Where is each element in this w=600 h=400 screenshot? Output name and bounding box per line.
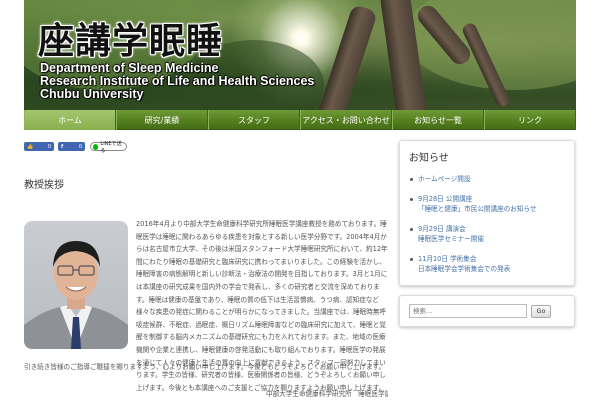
line-share-label: LINEで送る: [100, 140, 122, 154]
page-title: 教授挨拶: [24, 180, 64, 191]
news-widget: お知らせ ホームページ開設 9月28日 公開講座 「睡眠と健康」市民公開講座のお…: [399, 140, 575, 286]
nav-item-home[interactable]: ホーム: [24, 110, 116, 130]
facebook-share-count: 0: [78, 143, 82, 150]
nav-item-research[interactable]: 研究/業績: [116, 110, 208, 130]
tree-trunk: [316, 3, 378, 110]
news-item-label: ホームページ開設: [418, 175, 471, 183]
thumbs-up-icon: 👍: [27, 143, 34, 150]
news-widget-title: お知らせ: [409, 153, 449, 164]
news-item-date: 9月28日 公開講座: [418, 195, 473, 203]
nav-item-links[interactable]: リンク: [484, 110, 576, 130]
search-widget: Go: [399, 295, 575, 327]
facebook-like-button[interactable]: 👍 0: [24, 142, 54, 151]
nav-item-news[interactable]: お知らせ一覧: [392, 110, 484, 130]
main-nav: ホーム 研究/業績 スタッフ アクセス・お問い合わせ お知らせ一覧 リンク: [24, 110, 576, 130]
portrait-image: [24, 241, 128, 349]
facebook-like-count: 0: [47, 143, 51, 150]
search-input[interactable]: [409, 304, 527, 318]
news-item[interactable]: 9月28日 公開講座 「睡眠と健康」市民公開講座のお知らせ: [409, 194, 565, 214]
site-title: 座講学眠睡: [38, 20, 224, 62]
professor-portrait: [24, 221, 128, 349]
line-share-button[interactable]: LINEで送る: [90, 140, 127, 154]
facebook-share-button[interactable]: f 0: [58, 142, 85, 151]
news-item-label: 「睡眠と健康」市民公開講座のお知らせ: [418, 205, 537, 213]
news-list: ホームページ開設 9月28日 公開講座 「睡眠と健康」市民公開講座のお知らせ 9…: [409, 174, 565, 274]
news-item[interactable]: 11月10日 学術集会 日本睡眠学会学術集会での発表: [409, 254, 565, 274]
news-item-label: 睡眠医学セミナー開催: [418, 235, 484, 243]
news-item-label: 日本睡眠学会学術集会での発表: [418, 265, 511, 273]
greeting-body-text-continued: 引き続き皆様のご指導ご鞭撻を賜りますよう、心よりお願い申し上げます。今後ともどう…: [24, 363, 386, 371]
search-button[interactable]: Go: [531, 304, 551, 318]
nav-item-staff[interactable]: スタッフ: [208, 110, 300, 130]
facebook-icon: f: [61, 143, 64, 150]
professor-signature: 中部大学生命健康科学研究所 睡眠医学講座 教授: [266, 390, 388, 398]
site-subtitle-line: Chubu University: [40, 87, 144, 101]
nav-item-access[interactable]: アクセス・お問い合わせ: [300, 110, 392, 130]
news-item[interactable]: ホームページ開設: [409, 174, 565, 184]
news-item-date: 9月29日 講演会: [418, 225, 466, 233]
line-icon: [93, 143, 99, 150]
news-item-date: 11月10日 学術集会: [418, 255, 477, 263]
news-item[interactable]: 9月29日 講演会 睡眠医学セミナー開催: [409, 224, 565, 244]
header-banner: 座講学眠睡 Department of Sleep Medicine Resea…: [24, 0, 576, 110]
